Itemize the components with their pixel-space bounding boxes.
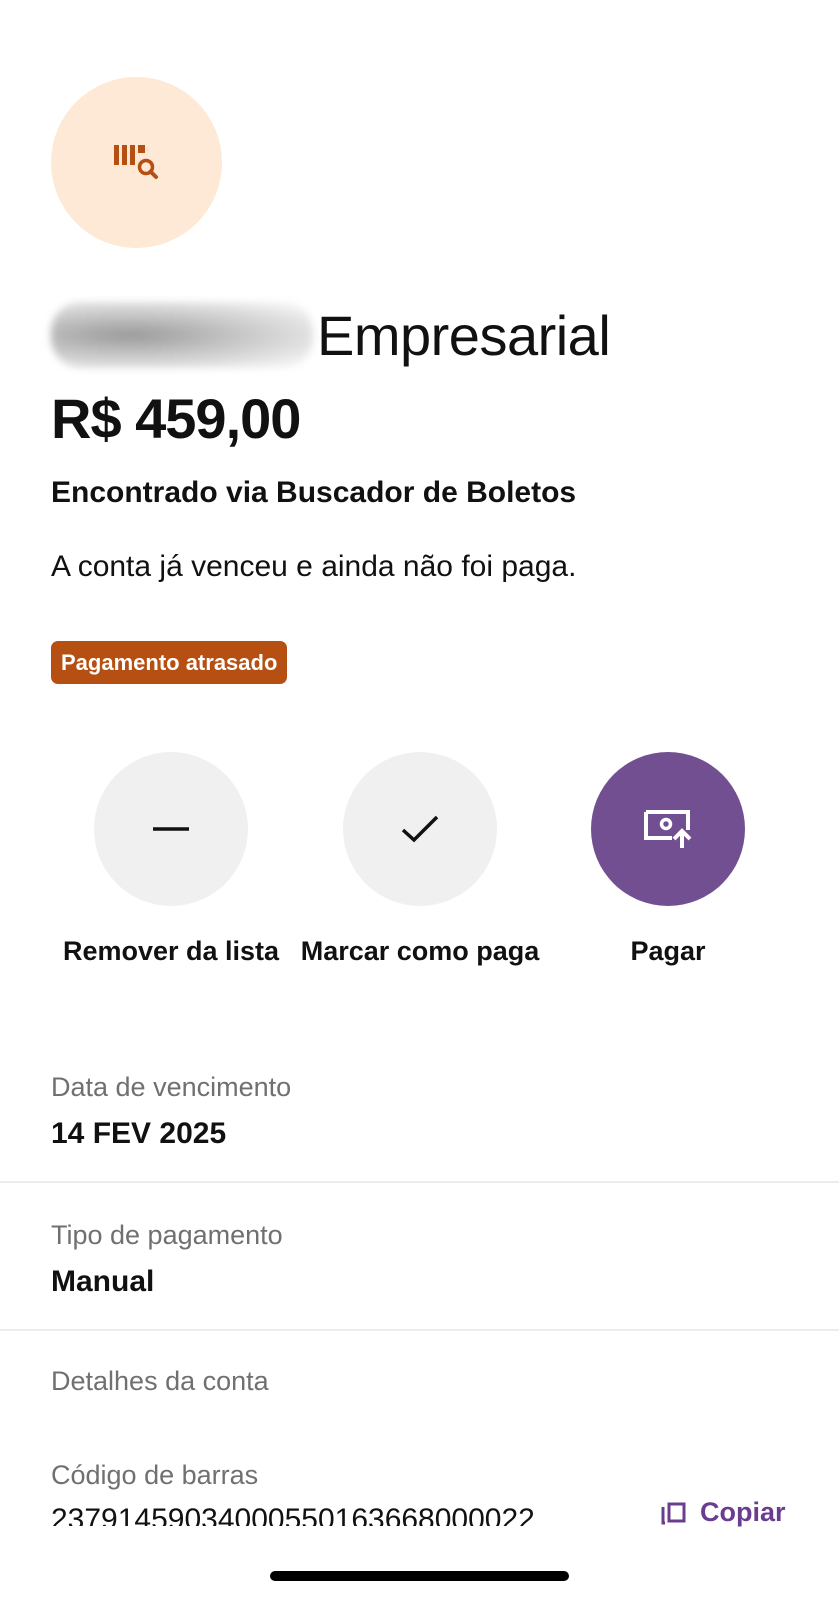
barcode-value: 23791459034000550163668000022 <box>51 1503 535 1526</box>
redacted-merchant-name <box>51 302 313 368</box>
account-details-heading: Detalhes da conta <box>51 1366 269 1396</box>
payment-type-field: Tipo de pagamento Manual <box>51 1220 283 1299</box>
copy-icon <box>661 1502 686 1524</box>
due-date-value: 14 FEV 2025 <box>51 1117 227 1150</box>
merchant-title: Empresarial <box>51 300 611 370</box>
remove-button-label: Remover da lista <box>62 936 280 966</box>
pay-screen-upload-icon <box>644 810 692 848</box>
divider <box>0 1329 839 1331</box>
home-indicator[interactable] <box>270 1571 569 1581</box>
pay-button-label: Pagar <box>630 936 706 966</box>
divider <box>0 1181 839 1183</box>
payment-type-label: Tipo de pagamento <box>51 1220 283 1250</box>
status-badge: Pagamento atrasado <box>51 641 288 684</box>
pay-button[interactable]: Pagar <box>548 752 788 967</box>
mark-paid-button-label: Marcar como paga <box>300 936 540 966</box>
bill-type-icon-badge <box>51 77 222 248</box>
payment-type-value: Manual <box>51 1265 155 1298</box>
merchant-name-suffix: Empresarial <box>317 303 611 367</box>
check-icon <box>401 815 439 843</box>
remove-from-list-button[interactable]: Remover da lista <box>51 752 291 967</box>
mark-paid-button-circle[interactable] <box>343 752 497 906</box>
pay-button-circle[interactable] <box>591 752 745 906</box>
mark-as-paid-button[interactable]: Marcar como paga <box>300 752 540 967</box>
copy-label: Copiar <box>700 1497 786 1527</box>
minus-icon <box>153 827 189 831</box>
bill-amount: R$ 459,00 <box>51 387 301 450</box>
bill-source: Encontrado via Buscador de Boletos <box>51 476 577 509</box>
barcode-label: Código de barras <box>51 1460 259 1490</box>
copy-barcode-button[interactable]: Copiar <box>660 1497 786 1528</box>
bill-status-text: A conta já venceu e ainda não foi paga. <box>51 550 577 583</box>
barcode-search-icon <box>113 144 158 179</box>
due-date-field: Data de vencimento 14 FEV 2025 <box>51 1072 291 1151</box>
remove-button-circle[interactable] <box>94 752 248 906</box>
due-date-label: Data de vencimento <box>51 1072 292 1102</box>
